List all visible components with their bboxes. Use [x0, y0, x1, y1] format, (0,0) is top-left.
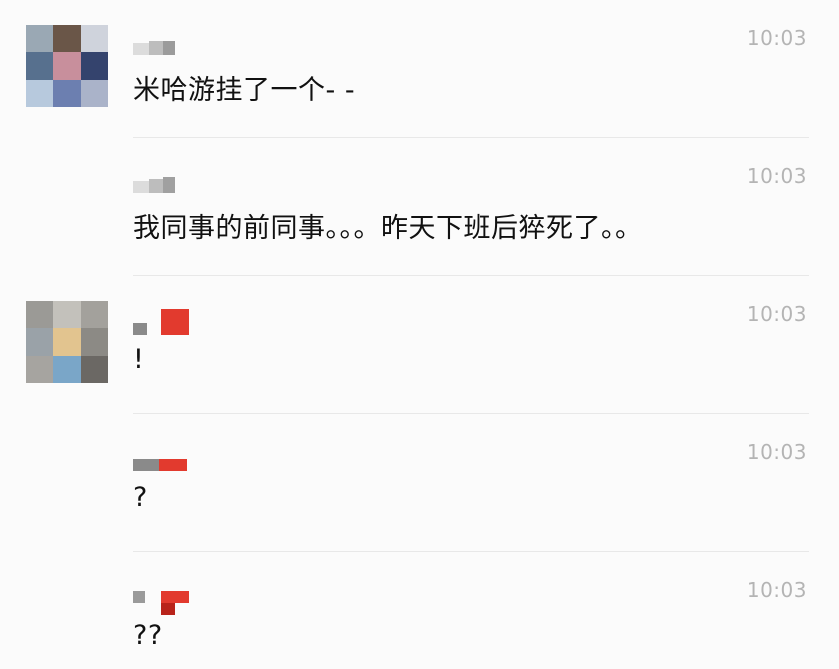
sender-name-pixelated [133, 587, 213, 615]
message-item[interactable]: 10:03 我同事的前同事。。。昨天下班后猝死了。。 [0, 138, 839, 276]
sender-name-pixelated [133, 449, 213, 471]
sender-name-pixelated [133, 309, 213, 335]
message-timestamp: 10:03 [746, 26, 807, 50]
chat-message-list: 10:03 米哈游挂了一个- - 10:03 我同事的前同事。。。昨天下班后猝死… [0, 0, 839, 669]
message-item[interactable]: 10:03 ? [0, 414, 839, 552]
message-timestamp: 10:03 [746, 440, 807, 464]
message-text: 我同事的前同事。。。昨天下班后猝死了。。 [133, 213, 643, 244]
message-item[interactable]: 10:03 ?? [0, 552, 839, 669]
message-item[interactable]: 10:03 米哈游挂了一个- - [0, 0, 839, 138]
message-timestamp: 10:03 [746, 578, 807, 602]
sender-name-pixelated [133, 35, 213, 57]
sender-avatar[interactable] [26, 25, 108, 107]
message-text: ? [133, 482, 148, 513]
message-timestamp: 10:03 [746, 302, 807, 326]
sender-avatar[interactable] [26, 301, 108, 383]
message-text: ?? [133, 620, 163, 651]
message-text: ! [133, 344, 145, 375]
message-timestamp: 10:03 [746, 164, 807, 188]
message-text: 米哈游挂了一个- - [133, 75, 356, 106]
sender-name-pixelated [133, 173, 213, 195]
message-item[interactable]: 10:03 ! [0, 276, 839, 414]
